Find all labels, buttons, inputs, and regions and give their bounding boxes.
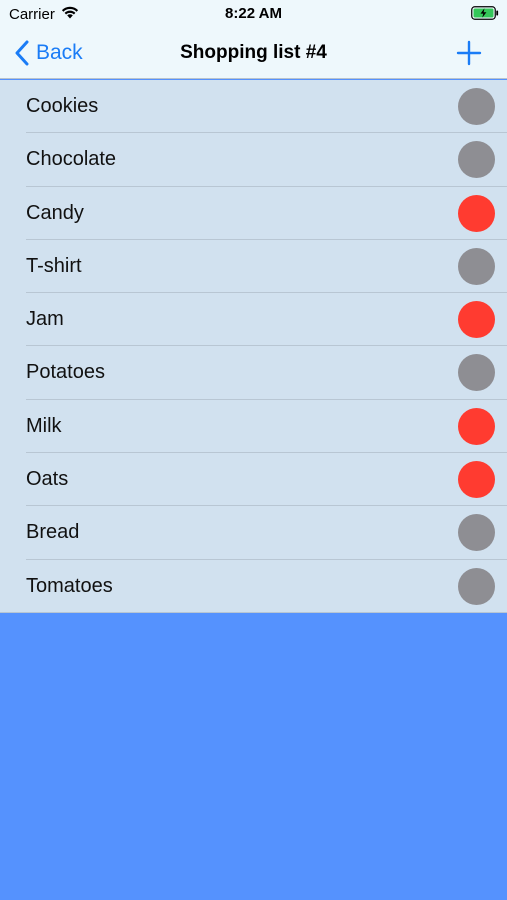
item-label: Tomatoes: [26, 574, 113, 597]
item-label: Oats: [26, 468, 69, 491]
item-label: Cookies: [26, 95, 99, 117]
list-item[interactable]: T-shirt: [0, 240, 507, 294]
item-label: Candy: [26, 201, 84, 224]
status-dot[interactable]: [458, 514, 495, 552]
shopping-list: Cookies Chocolate Candy T-shirt Jam Pota…: [0, 80, 507, 613]
list-item[interactable]: Jam: [0, 293, 507, 347]
item-label: Potatoes: [26, 361, 105, 384]
item-label: Milk: [26, 414, 62, 437]
list-item[interactable]: Milk: [0, 400, 507, 454]
status-dot[interactable]: [458, 567, 495, 605]
status-dot[interactable]: [458, 247, 495, 285]
status-bar: Carrier 8:22 AM: [0, 0, 507, 27]
list-item[interactable]: Potatoes: [0, 346, 507, 400]
app-screen: Carrier 8:22 AM Back Shopping list #4 Co…: [0, 0, 507, 900]
back-button[interactable]: Back: [14, 27, 83, 79]
status-dot[interactable]: [458, 407, 495, 445]
list-item[interactable]: Oats: [0, 453, 507, 507]
item-label: T-shirt: [26, 254, 82, 277]
list-item[interactable]: Chocolate: [0, 133, 507, 187]
status-time: 8:22 AM: [225, 5, 282, 22]
status-dot[interactable]: [458, 301, 495, 339]
add-item-button[interactable]: [456, 40, 482, 66]
empty-background: [0, 613, 507, 900]
item-label: Chocolate: [26, 148, 117, 171]
navigation-bar: Back Shopping list #4: [0, 27, 507, 79]
list-item[interactable]: Tomatoes: [0, 560, 507, 613]
chevron-left-icon: [14, 40, 30, 66]
status-dot[interactable]: [458, 194, 495, 232]
battery-charging-icon: [471, 6, 499, 20]
list-item[interactable]: Candy: [0, 187, 507, 240]
plus-icon: [456, 40, 482, 70]
status-dot[interactable]: [458, 461, 495, 499]
status-dot[interactable]: [458, 141, 495, 179]
list-item[interactable]: Cookies: [0, 80, 507, 134]
status-dot[interactable]: [458, 354, 495, 392]
list-item[interactable]: Bread: [0, 506, 507, 560]
item-label: Bread: [26, 521, 80, 544]
back-button-label: Back: [36, 41, 83, 64]
item-label: Jam: [26, 308, 64, 331]
status-dot[interactable]: [458, 88, 495, 125]
